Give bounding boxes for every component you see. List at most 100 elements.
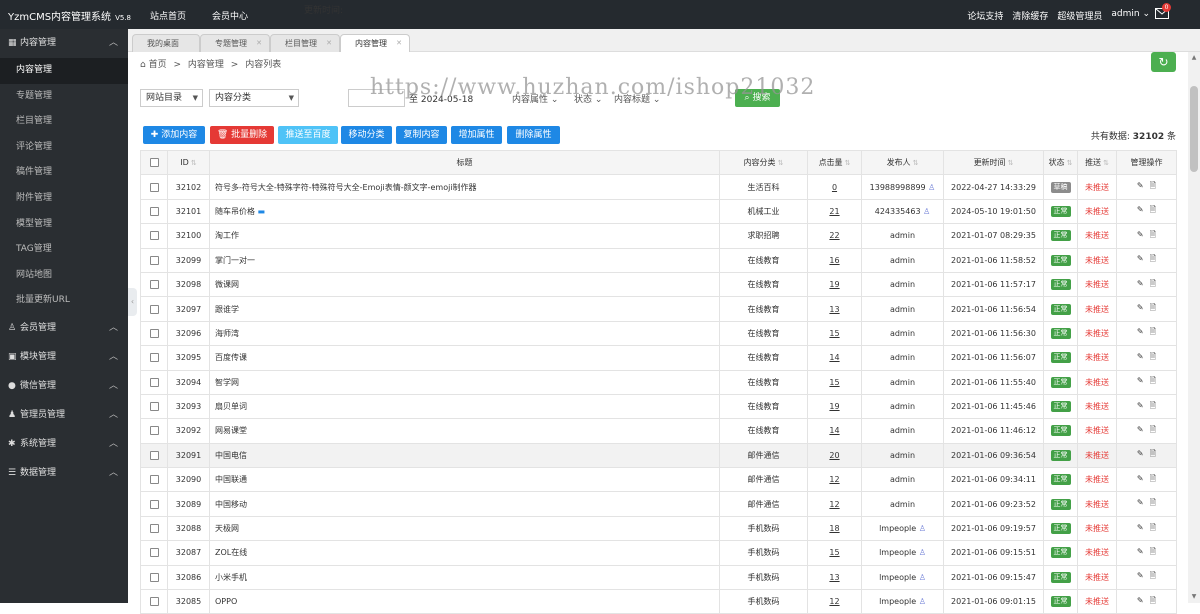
- title-link[interactable]: 百度传课: [215, 353, 247, 362]
- clicks-link[interactable]: 20: [829, 451, 839, 460]
- col-updated[interactable]: 更新时间 ⇅: [943, 149, 1044, 176]
- brand[interactable]: YzmCMS内容管理系统 V5.8: [8, 8, 131, 23]
- sidebar-collapse-handle[interactable]: ‹: [128, 288, 137, 316]
- mail-icon[interactable]: 0: [1155, 3, 1171, 19]
- title-link[interactable]: 掌门一对一: [215, 256, 255, 265]
- row-checkbox[interactable]: [149, 328, 159, 338]
- edit-icon[interactable]: ✎: [1137, 230, 1144, 239]
- row-checkbox[interactable]: [149, 548, 159, 558]
- sidebar-item-columns[interactable]: 栏目管理: [0, 109, 128, 135]
- delete-icon[interactable]: 🗎: [1150, 204, 1156, 218]
- content-title-select[interactable]: 内容标题 ⌄: [614, 92, 660, 105]
- title-link[interactable]: 中国电信: [215, 451, 247, 460]
- sidebar-group-members[interactable]: ♙ 会员管理 ︿: [0, 314, 128, 343]
- clicks-link[interactable]: 18: [829, 524, 839, 533]
- delete-icon[interactable]: 🗎: [1150, 448, 1156, 462]
- sidebar-item-sitemap[interactable]: 网站地图: [0, 263, 128, 289]
- col-status[interactable]: 状态 ⇅: [1043, 149, 1078, 176]
- clicks-link[interactable]: 22: [829, 231, 839, 240]
- row-checkbox[interactable]: [149, 475, 159, 485]
- edit-icon[interactable]: ✎: [1137, 279, 1144, 288]
- clicks-link[interactable]: 21: [829, 207, 839, 216]
- content-category-select[interactable]: 内容分类 ▼: [209, 89, 299, 107]
- sidebar-group-modules[interactable]: ▣ 模块管理 ︿: [0, 343, 128, 372]
- clicks-link[interactable]: 0: [832, 183, 837, 192]
- sidebar-group-system[interactable]: ✱ 系统管理 ︿: [0, 430, 128, 459]
- row-checkbox[interactable]: [149, 206, 159, 216]
- row-checkbox[interactable]: [149, 353, 159, 363]
- clicks-link[interactable]: 14: [829, 426, 839, 435]
- status-select[interactable]: 状态 ⌄: [574, 92, 602, 105]
- row-checkbox[interactable]: [149, 597, 159, 607]
- title-link[interactable]: OPPO: [215, 597, 237, 606]
- nav-site-home[interactable]: 站点首页: [150, 9, 186, 22]
- end-date-input[interactable]: 至 2024-05-18: [409, 92, 473, 105]
- scrollbar-thumb[interactable]: [1190, 86, 1198, 172]
- delete-icon[interactable]: 🗎: [1150, 522, 1156, 536]
- sidebar-item-attachments[interactable]: 附件管理: [0, 186, 128, 212]
- edit-icon[interactable]: ✎: [1137, 376, 1144, 385]
- site-catalog-select[interactable]: 网站目录 ▼: [140, 89, 203, 107]
- start-date-input[interactable]: [348, 89, 405, 107]
- close-icon[interactable]: ✕: [396, 35, 402, 52]
- title-link[interactable]: 天极网: [215, 524, 239, 533]
- add-attr-button[interactable]: 增加属性: [451, 126, 502, 144]
- nav-member-center[interactable]: 会员中心: [212, 9, 248, 22]
- row-checkbox[interactable]: [149, 572, 159, 582]
- clicks-link[interactable]: 12: [829, 500, 839, 509]
- clicks-link[interactable]: 15: [829, 548, 839, 557]
- edit-icon[interactable]: ✎: [1137, 596, 1144, 605]
- title-link[interactable]: ZOL在线: [215, 548, 247, 557]
- col-publisher[interactable]: 发布人 ⇅: [861, 149, 944, 176]
- select-all-checkbox[interactable]: [149, 158, 159, 168]
- title-link[interactable]: 微课网: [215, 280, 239, 289]
- edit-icon[interactable]: ✎: [1137, 523, 1144, 532]
- title-link[interactable]: 中国联通: [215, 475, 247, 484]
- col-category[interactable]: 内容分类 ⇅: [719, 149, 808, 176]
- row-checkbox[interactable]: [149, 255, 159, 265]
- batch-delete-button[interactable]: 🗑 批量删除: [210, 126, 274, 144]
- title-link[interactable]: 海师湾: [215, 329, 239, 338]
- delete-icon[interactable]: 🗎: [1150, 473, 1156, 487]
- user-menu[interactable]: admin ⌄: [1111, 9, 1150, 22]
- edit-icon[interactable]: ✎: [1137, 571, 1144, 580]
- scroll-down-icon[interactable]: ▼: [1188, 591, 1200, 603]
- sidebar-item-comments[interactable]: 评论管理: [0, 135, 128, 161]
- title-link[interactable]: 小米手机: [215, 573, 247, 582]
- sidebar-item-manuscripts[interactable]: 稿件管理: [0, 160, 128, 186]
- col-clicks[interactable]: 点击量 ⇅: [807, 149, 862, 176]
- row-checkbox[interactable]: [149, 280, 159, 290]
- delete-icon[interactable]: 🗎: [1150, 400, 1156, 414]
- delete-icon[interactable]: 🗎: [1150, 595, 1156, 609]
- row-checkbox[interactable]: [149, 304, 159, 314]
- sidebar-item-models[interactable]: 模型管理: [0, 212, 128, 238]
- edit-icon[interactable]: ✎: [1137, 205, 1144, 214]
- page-scrollbar[interactable]: ▲ ▼: [1188, 52, 1200, 603]
- col-push[interactable]: 推送 ⇅: [1077, 149, 1117, 176]
- clicks-link[interactable]: 13: [829, 573, 839, 582]
- delete-icon[interactable]: 🗎: [1150, 229, 1156, 243]
- scroll-up-icon[interactable]: ▲: [1188, 52, 1200, 64]
- breadcrumb-home[interactable]: 首页: [149, 60, 167, 70]
- clicks-link[interactable]: 19: [829, 280, 839, 289]
- edit-icon[interactable]: ✎: [1137, 547, 1144, 556]
- row-checkbox[interactable]: [149, 426, 159, 436]
- sidebar-item-topics[interactable]: 专题管理: [0, 84, 128, 110]
- sidebar-item-tags[interactable]: TAG管理: [0, 237, 128, 263]
- sidebar-group-admins[interactable]: ♟ 管理员管理 ︿: [0, 401, 128, 430]
- title-link[interactable]: 淘工作: [215, 231, 239, 240]
- delete-icon[interactable]: 🗎: [1150, 278, 1156, 292]
- sidebar-group-data[interactable]: ☰ 数据管理 ︿: [0, 459, 128, 488]
- clicks-link[interactable]: 13: [829, 305, 839, 314]
- delete-icon[interactable]: 🗎: [1150, 546, 1156, 560]
- row-checkbox[interactable]: [149, 182, 159, 192]
- title-link[interactable]: 网易课堂: [215, 426, 247, 435]
- row-checkbox[interactable]: [149, 450, 159, 460]
- tab-content[interactable]: 内容管理 ✕: [340, 34, 410, 52]
- clicks-link[interactable]: 12: [829, 475, 839, 484]
- delete-icon[interactable]: 🗎: [1150, 180, 1156, 194]
- edit-icon[interactable]: ✎: [1137, 425, 1144, 434]
- close-icon[interactable]: ✕: [326, 35, 332, 52]
- delete-icon[interactable]: 🗎: [1150, 253, 1156, 267]
- edit-icon[interactable]: ✎: [1137, 254, 1144, 263]
